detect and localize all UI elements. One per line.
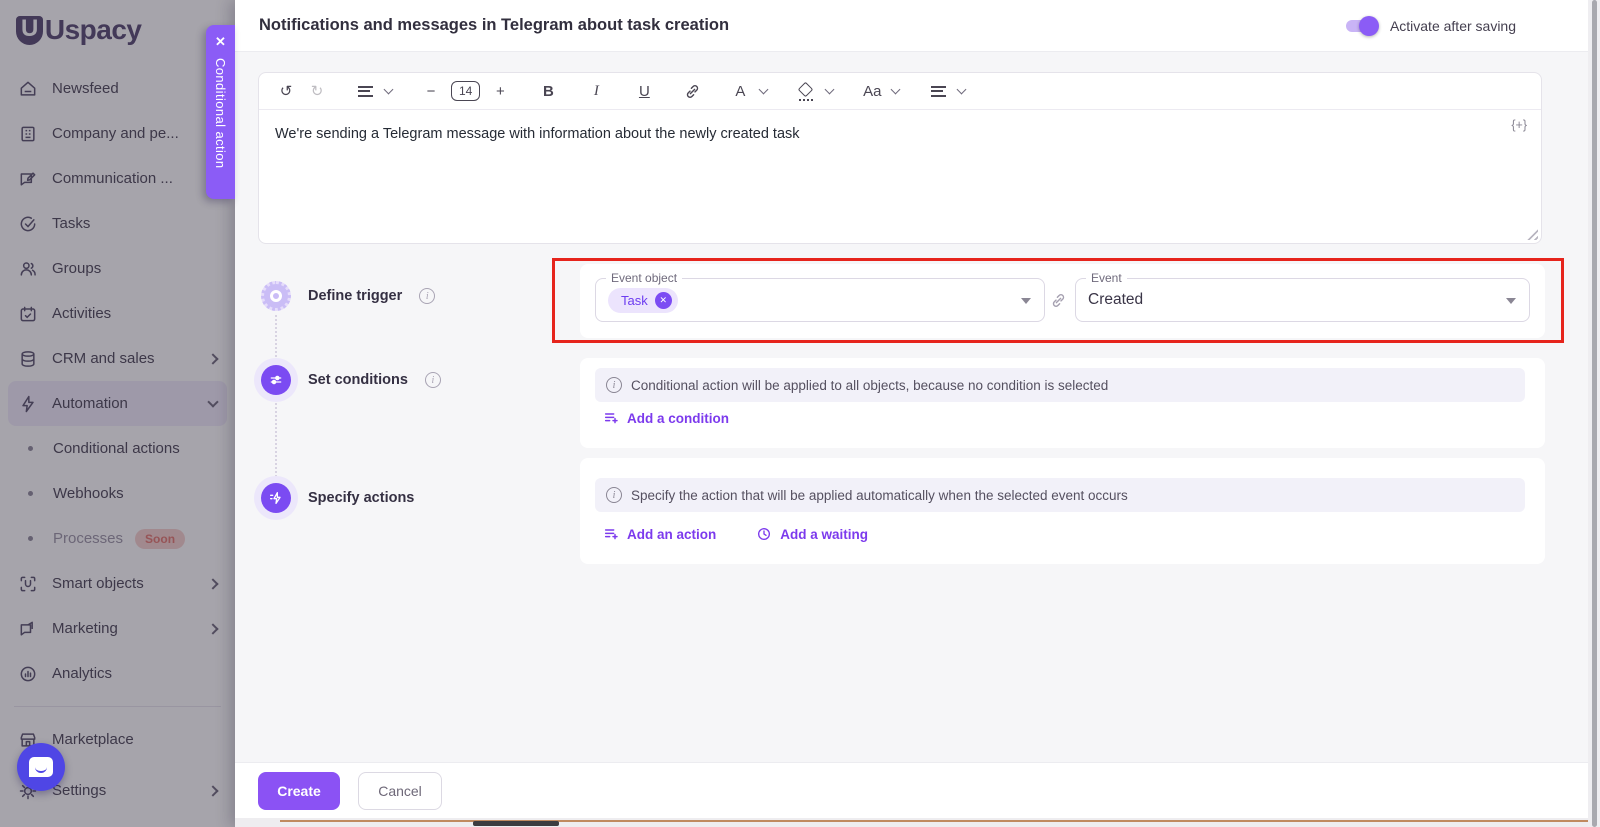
- chevron-down-icon[interactable]: [384, 85, 394, 95]
- clock-icon: [756, 526, 772, 542]
- text-color-button[interactable]: A: [729, 79, 751, 103]
- link-fields-icon: [1050, 292, 1067, 309]
- activate-toggle-label: Activate after saving: [1390, 18, 1516, 34]
- conditions-step-icon: [261, 365, 291, 395]
- actions-step-icon: [261, 483, 291, 513]
- chip-label: Task: [621, 293, 648, 308]
- create-button[interactable]: Create: [258, 772, 340, 810]
- chat-bubble-icon: [29, 757, 53, 777]
- panel-footer: Create Cancel: [235, 762, 1588, 818]
- editor-content[interactable]: We're sending a Telegram message with in…: [259, 110, 1541, 243]
- actions-card: Specify the action that will be applied …: [580, 458, 1545, 564]
- background-window-fragment: [473, 821, 559, 826]
- increase-font-button[interactable]: +: [489, 79, 511, 103]
- conditional-action-drawer-tab[interactable]: ✕ Conditional action: [206, 25, 235, 199]
- step-label: Set conditions: [308, 372, 408, 388]
- close-icon[interactable]: ✕: [215, 25, 226, 54]
- step-specify-actions: Specify actions: [261, 483, 414, 513]
- typography-button[interactable]: Aa: [861, 79, 883, 103]
- insert-variable-button[interactable]: {+}: [1511, 118, 1527, 132]
- scrollbar-track: [1588, 0, 1600, 827]
- step-set-conditions: Set conditions: [261, 365, 441, 395]
- add-condition-label: Add a condition: [627, 411, 729, 426]
- chevron-down-icon[interactable]: [825, 85, 835, 95]
- event-value: Created: [1088, 291, 1143, 309]
- underline-button[interactable]: U: [633, 79, 655, 103]
- activate-toggle-group: Activate after saving: [1346, 18, 1516, 34]
- align-lines-icon: [358, 86, 373, 97]
- font-size-value[interactable]: 14: [451, 81, 480, 101]
- justify-lines-icon: [931, 86, 946, 97]
- step-label: Define trigger: [308, 288, 402, 304]
- chat-fab-button[interactable]: [17, 743, 65, 791]
- event-label: Event: [1086, 271, 1127, 285]
- redo-button[interactable]: ↻: [306, 79, 328, 103]
- conditions-card: Conditional action will be applied to al…: [580, 358, 1545, 448]
- resize-handle[interactable]: [1527, 229, 1538, 240]
- insert-link-button[interactable]: [681, 79, 703, 103]
- step-label: Specify actions: [308, 490, 414, 506]
- add-waiting-button[interactable]: Add a waiting: [756, 526, 868, 542]
- scrollbar-thumb[interactable]: [1592, 0, 1597, 827]
- conditions-banner: Conditional action will be applied to al…: [595, 368, 1525, 402]
- add-waiting-label: Add a waiting: [780, 527, 868, 542]
- editor-toolbar: ↺ ↻ − 14 + B I U A Aa: [259, 73, 1541, 110]
- chevron-down-icon[interactable]: [759, 85, 769, 95]
- message-editor: ↺ ↻ − 14 + B I U A Aa: [258, 72, 1542, 244]
- fill-icon: [799, 84, 813, 98]
- trigger-card: Event object Task ✕ Event Created: [580, 264, 1545, 338]
- steps-connector: [275, 315, 277, 481]
- conditions-banner-text: Conditional action will be applied to al…: [631, 378, 1108, 393]
- chevron-down-icon[interactable]: [957, 85, 967, 95]
- cancel-button[interactable]: Cancel: [358, 772, 442, 810]
- event-select[interactable]: Event Created: [1075, 278, 1530, 322]
- page-title: Notifications and messages in Telegram a…: [259, 16, 1346, 35]
- align-left-button[interactable]: [354, 79, 376, 103]
- dropdown-arrow-icon: [1506, 298, 1516, 304]
- conditional-action-panel: Notifications and messages in Telegram a…: [235, 0, 1588, 827]
- highlight-color-button[interactable]: [795, 79, 817, 103]
- info-icon[interactable]: [425, 372, 441, 388]
- sidebar-dim-overlay: [0, 0, 235, 827]
- editor-text: We're sending a Telegram message with in…: [275, 126, 800, 142]
- add-action-button[interactable]: Add an action: [603, 526, 716, 542]
- dropdown-arrow-icon: [1021, 298, 1031, 304]
- bold-button[interactable]: B: [537, 79, 559, 103]
- event-object-chip[interactable]: Task ✕: [608, 288, 678, 313]
- event-object-select[interactable]: Event object Task ✕: [595, 278, 1045, 322]
- activate-toggle[interactable]: [1346, 20, 1376, 32]
- list-plus-icon: [603, 410, 619, 426]
- info-icon: [606, 487, 622, 503]
- info-icon[interactable]: [419, 288, 435, 304]
- list-plus-icon: [603, 526, 619, 542]
- chevron-down-icon[interactable]: [891, 85, 901, 95]
- step-define-trigger: Define trigger: [261, 281, 435, 311]
- add-condition-button[interactable]: Add a condition: [603, 410, 729, 426]
- actions-banner: Specify the action that will be applied …: [595, 478, 1525, 512]
- info-icon: [606, 377, 622, 393]
- add-action-label: Add an action: [627, 527, 716, 542]
- decrease-font-button[interactable]: −: [420, 79, 442, 103]
- chip-remove-icon[interactable]: ✕: [655, 292, 672, 309]
- panel-header: Notifications and messages in Telegram a…: [235, 0, 1588, 52]
- undo-button[interactable]: ↺: [275, 79, 297, 103]
- event-object-label: Event object: [606, 271, 682, 285]
- italic-button[interactable]: I: [585, 79, 607, 103]
- drawer-tab-label: Conditional action: [213, 58, 228, 169]
- actions-banner-text: Specify the action that will be applied …: [631, 488, 1128, 503]
- toggle-knob: [1359, 16, 1379, 36]
- trigger-step-icon: [261, 281, 291, 311]
- list-format-button[interactable]: [927, 79, 949, 103]
